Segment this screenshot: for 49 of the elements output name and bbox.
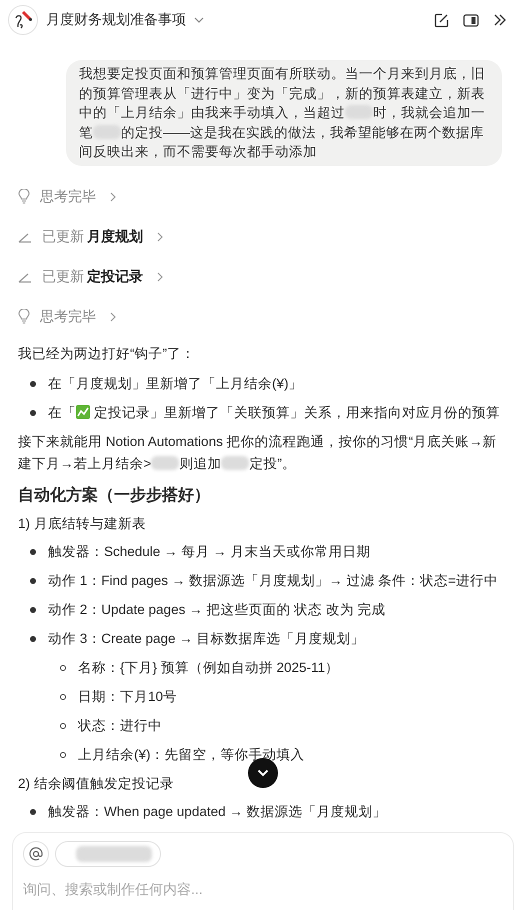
- mention-button[interactable]: [23, 841, 49, 867]
- subsection-title: 1) 月底结转与建新表: [18, 514, 146, 533]
- reply-paragraph: 接下来就能用 Notion Automations 把你的流程跑通，按你的习惯“月底关账→新建下月→若上月结余> 则追加 定投”。: [18, 432, 498, 473]
- page-title[interactable]: 月度财务规划准备事项: [46, 11, 186, 29]
- list-item-text: 状态：进行中: [78, 716, 162, 735]
- bullet: [30, 636, 36, 642]
- chevron-right-icon: [157, 232, 163, 242]
- chart-emoji-icon: [76, 404, 90, 419]
- message-input[interactable]: 询问、搜索或制作任何内容...: [23, 881, 503, 897]
- redacted-block: [151, 456, 180, 470]
- list-item-text: 上月结余(¥)：先留空，等你手动填入: [78, 746, 304, 764]
- chevron-down-icon: [257, 769, 269, 777]
- list-item-text: 在「月度规划」里新增了「上月结余(¥)」: [48, 374, 302, 393]
- bullet: [60, 694, 66, 700]
- pencil-icon: [18, 230, 32, 243]
- at-sign-icon: [29, 847, 43, 861]
- bullet: [60, 752, 66, 758]
- bullet: [30, 578, 36, 584]
- list-item-text: 在「 定投记录」里新增了「关联预算」关系，用来指向对应月份的预算: [48, 404, 500, 422]
- list-item-text: 日期：下月10号: [78, 688, 178, 706]
- lightbulb-icon: [18, 309, 30, 324]
- lightbulb-icon: [18, 189, 30, 204]
- subsection-title: 2) 结余阈值触发定投记录: [18, 774, 174, 793]
- bullet: [60, 722, 66, 729]
- reply-paragraph: 我已经为两边打好“钩子”了：: [18, 344, 196, 363]
- bullet: [30, 548, 36, 555]
- bullet: [60, 664, 66, 671]
- bullet: [30, 410, 36, 416]
- chevron-right-icon: [110, 312, 116, 322]
- pencil-icon: [18, 270, 32, 283]
- list-item-text: 动作 1：Find pages → 数据源选「月度规划」→ 过滤 条件：状态=进行中: [48, 572, 498, 590]
- bullet: [30, 606, 36, 613]
- section-heading: 自动化方案（一步步搭好）: [18, 485, 211, 506]
- redacted-block: [221, 456, 250, 470]
- double-chevron-icon: [493, 14, 507, 26]
- bullet: [30, 380, 36, 387]
- list-item-text: 触发器：Schedule → 每月 → 月末当天或你常用日期: [48, 542, 370, 561]
- list-item-text: 动作 3：Create page → 目标数据库选「月度规划」: [48, 630, 365, 648]
- bullet: [30, 808, 36, 815]
- chevron-right-icon: [157, 272, 163, 282]
- chevron-down-icon[interactable]: [194, 17, 204, 23]
- user-message: 我想要定投页面和预算管理页面有所联动。当一个月来到月底，旧的预算管理表从「进行中」变为「完成」，新的预算表建立，新表中的「上月结余」由我来手动填入，当超过 时，我就会追加一笔 的定投——这是我在实践的做法，我希望能够在两个数据库间反映出来，而不需要每次都手动添加: [66, 60, 502, 166]
- avatar-icon[interactable]: [8, 5, 38, 35]
- list-item-text: 动作 2：Update pages → 把这些页面的 状态 改为 完成: [48, 600, 386, 619]
- list-item-text: 名称：{下月} 预算（例如自动拼 2025-11）: [78, 658, 340, 677]
- list-item-text: 触发器：When page updated → 数据源选「月度规划」: [48, 802, 387, 821]
- update-status[interactable]: 已更新 月度规划: [18, 216, 502, 257]
- chevron-right-icon: [110, 192, 116, 202]
- update-status[interactable]: 已更新 定投记录: [18, 256, 502, 297]
